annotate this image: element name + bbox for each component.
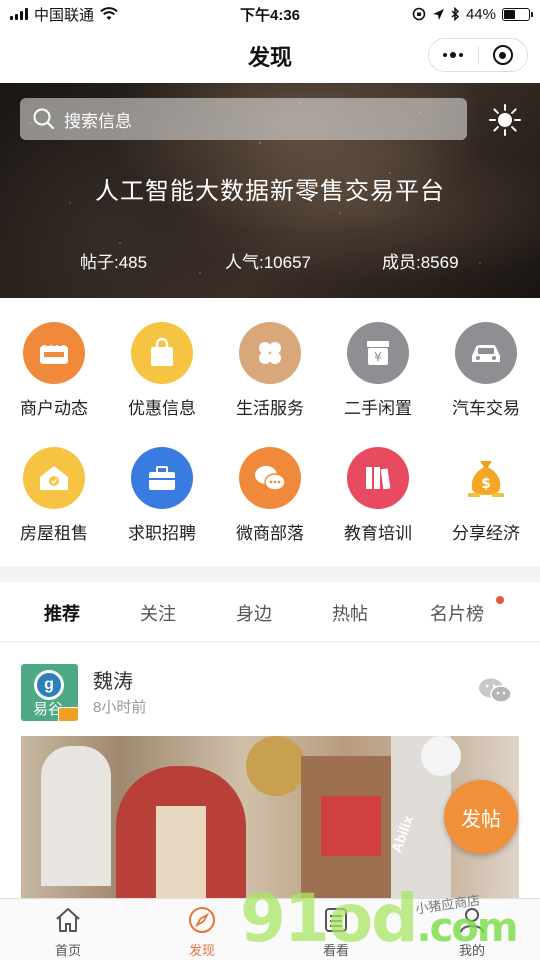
- author-name[interactable]: 魏涛: [93, 665, 133, 694]
- mini-program-capsule: [428, 38, 528, 72]
- tab-0[interactable]: 推荐: [44, 600, 80, 626]
- category-label: 房屋租售: [20, 524, 88, 543]
- category-label: 生活服务: [236, 399, 304, 418]
- battery-percent: 44%: [465, 5, 496, 23]
- category-label: 商户动态: [20, 399, 88, 418]
- category-item[interactable]: 教育培训: [324, 447, 432, 544]
- wifi-icon: [100, 7, 118, 20]
- category-item[interactable]: 商户动态: [0, 322, 108, 419]
- svg-text:$: $: [481, 476, 491, 492]
- category-item[interactable]: 汽车交易: [432, 322, 540, 419]
- nav-bar: 发现: [0, 28, 540, 83]
- page-title: 发现: [247, 44, 292, 70]
- car-icon: [455, 322, 517, 384]
- search-icon: [33, 108, 55, 130]
- home-icon: [56, 908, 80, 932]
- category-item[interactable]: 房屋租售: [0, 447, 108, 544]
- category-item[interactable]: 生活服务: [216, 322, 324, 419]
- category-label: 汽车交易: [452, 399, 520, 418]
- tab-1[interactable]: 关注: [140, 600, 176, 626]
- category-label: 二手闲置: [344, 399, 412, 418]
- shopping-bag-icon: [131, 322, 193, 384]
- members-count: 成员:8569: [382, 253, 459, 272]
- location-icon: [432, 8, 444, 20]
- more-dots-icon: [443, 52, 464, 58]
- tab-3[interactable]: 热帖: [332, 600, 368, 626]
- battery-icon: [502, 7, 533, 21]
- category-label: 优惠信息: [128, 399, 196, 418]
- search-placeholder: 搜索信息: [64, 111, 132, 131]
- books-icon: [347, 447, 409, 509]
- category-label: 教育培训: [344, 524, 412, 543]
- category-item[interactable]: $ 分享经济: [432, 447, 540, 544]
- carrier-label: 中国联通: [34, 6, 95, 24]
- wechat-icon[interactable]: [478, 677, 512, 705]
- create-post-button[interactable]: 发帖: [444, 780, 518, 854]
- close-program-button[interactable]: [479, 39, 528, 71]
- compass-icon: [189, 907, 215, 933]
- tab-2[interactable]: 身边: [236, 600, 272, 626]
- yen-box-icon: ¥: [347, 322, 409, 384]
- target-icon: [492, 45, 513, 65]
- status-time: 下午4:36: [239, 6, 301, 24]
- notification-dot: [496, 596, 504, 604]
- clover-icon: [239, 322, 301, 384]
- tab-home[interactable]: 首页: [28, 905, 108, 959]
- hero-title: 人工智能大数据新零售交易平台: [95, 178, 445, 205]
- feed-tabs: 推荐 关注 身边 热帖 名片榜: [0, 582, 540, 642]
- hero-banner: 搜索信息 人工智能大数据新零售交易平台 帖子:485 人气:10657 成员:8…: [0, 83, 540, 298]
- category-item[interactable]: ¥ 二手闲置: [324, 322, 432, 419]
- sun-menu-icon[interactable]: [488, 103, 522, 137]
- tab-4[interactable]: 名片榜: [430, 600, 484, 626]
- category-grid: 商户动态 优惠信息 生活服务 ¥ 二手闲置 汽车交易房屋租售 求职招聘 微商部落 教育培训 $ 分享…: [0, 298, 540, 566]
- category-item[interactable]: 求职招聘: [108, 447, 216, 544]
- tab-home-label: 首页: [54, 943, 81, 958]
- id-card-badge-icon: [58, 707, 78, 721]
- briefcase-icon: [131, 447, 193, 509]
- more-button[interactable]: [429, 39, 478, 71]
- orientation-lock-icon: [412, 7, 426, 21]
- post-time: 8小时前: [93, 699, 147, 716]
- category-item[interactable]: 优惠信息: [108, 322, 216, 419]
- popularity-count: 人气:10657: [225, 253, 311, 272]
- posts-count: 帖子:485: [80, 253, 148, 272]
- chat-bubbles-icon: [239, 447, 301, 509]
- category-item[interactable]: 微商部落: [216, 447, 324, 544]
- category-label: 求职招聘: [128, 524, 196, 543]
- shop-icon: [23, 322, 85, 384]
- house-icon: [23, 447, 85, 509]
- avatar[interactable]: g 易谷: [21, 664, 78, 721]
- status-bar: 中国联通 下午4:36 44%: [0, 0, 540, 28]
- category-label: 分享经济: [452, 524, 520, 543]
- tab-discover[interactable]: 发现: [162, 905, 242, 959]
- signal-icon: [10, 8, 28, 20]
- category-label: 微商部落: [236, 524, 304, 543]
- search-input[interactable]: 搜索信息: [20, 98, 467, 140]
- bluetooth-icon: [451, 7, 460, 21]
- tab-discover-label: 发现: [188, 943, 215, 958]
- post-card[interactable]: g 易谷 魏涛 8小时前 Abilix: [0, 643, 540, 898]
- watermark-main: 91od: [240, 880, 418, 957]
- svg-text:¥: ¥: [374, 350, 382, 364]
- avatar-logo: g: [34, 670, 64, 700]
- money-bag-icon: $: [455, 447, 517, 509]
